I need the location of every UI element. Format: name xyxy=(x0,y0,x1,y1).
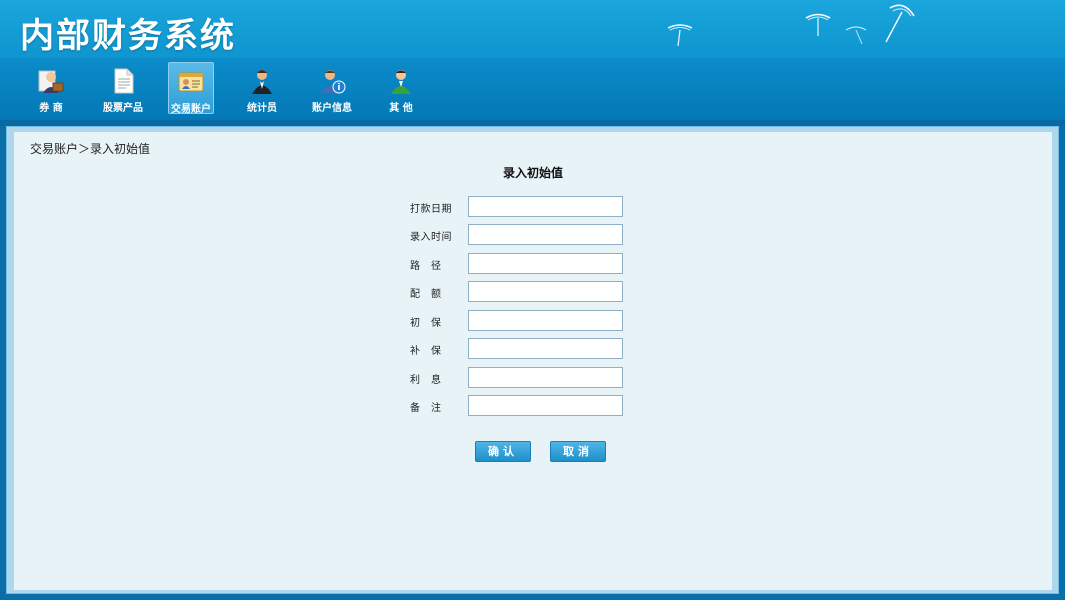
dandelion-decoration-icon xyxy=(667,24,693,47)
field-label: 配 额 xyxy=(410,289,442,300)
dandelion-decoration-icon xyxy=(845,26,867,45)
content-panel: 交易账户＞录入初始值 录入初始值 打款日期 录入时间 路 径 配 额 初 保 补… xyxy=(14,132,1052,590)
form-title: 录入初始值 xyxy=(502,166,563,180)
field-label: 路 径 xyxy=(410,261,442,272)
broker-person-icon xyxy=(38,70,64,93)
form-row-quota: 配 额 xyxy=(410,281,650,302)
field-label: 打款日期 xyxy=(410,204,452,215)
document-icon xyxy=(114,68,134,94)
nav-label: 账户信息 xyxy=(312,103,352,114)
field-label: 补 保 xyxy=(410,346,442,357)
supplementary-margin-input[interactable] xyxy=(468,338,623,359)
form-row-path: 路 径 xyxy=(410,253,650,274)
nav-item-broker[interactable]: 券 商 xyxy=(28,62,74,114)
form-row-interest: 利 息 xyxy=(410,367,650,388)
field-label: 备 注 xyxy=(410,403,442,414)
initial-margin-input[interactable] xyxy=(468,310,623,331)
breadcrumb: 交易账户＞录入初始值 xyxy=(30,142,151,156)
dandelion-decoration-icon xyxy=(885,4,915,43)
field-label: 初 保 xyxy=(410,318,442,329)
nav-item-account-info[interactable]: 账户信息 xyxy=(309,62,355,114)
waiter-person-icon xyxy=(252,70,272,94)
nav-item-stock-products[interactable]: 股票产品 xyxy=(100,62,146,114)
entry-time-input[interactable] xyxy=(468,224,623,245)
app-title: 内部财务系统 xyxy=(20,16,236,56)
field-label: 利 息 xyxy=(410,375,442,386)
nav-label: 券 商 xyxy=(39,103,63,114)
form-row-supplementary-margin: 补 保 xyxy=(410,338,650,359)
content-frame: 交易账户＞录入初始值 录入初始值 打款日期 录入时间 路 径 配 额 初 保 补… xyxy=(6,126,1059,594)
nav-label: 统计员 xyxy=(247,103,277,114)
dandelion-decoration-icon xyxy=(805,13,831,36)
app-header: 内部财务系统 xyxy=(0,0,1065,58)
confirm-button[interactable]: 确认 xyxy=(475,441,531,462)
remarks-input[interactable] xyxy=(468,395,623,416)
top-nav: 券 商 股票产品 交易账户 统计员 账户信息 其 他 xyxy=(0,58,1065,120)
field-label: 录入时间 xyxy=(410,232,452,243)
interest-input[interactable] xyxy=(468,367,623,388)
nav-item-statistician[interactable]: 统计员 xyxy=(239,62,285,114)
payment-date-input[interactable] xyxy=(468,196,623,217)
user-info-icon xyxy=(321,70,346,94)
form-row-initial-margin: 初 保 xyxy=(410,310,650,331)
form-row-entry-time: 录入时间 xyxy=(410,224,650,245)
nav-item-trading-account[interactable]: 交易账户 xyxy=(168,62,214,115)
nav-label: 股票产品 xyxy=(103,103,143,114)
path-input[interactable] xyxy=(468,253,623,274)
id-card-icon xyxy=(178,72,204,92)
nav-label: 交易账户 xyxy=(171,104,211,115)
person-icon xyxy=(391,70,411,94)
cancel-button[interactable]: 取消 xyxy=(550,441,606,462)
quota-input[interactable] xyxy=(468,281,623,302)
form-row-payment-date: 打款日期 xyxy=(410,196,650,217)
nav-item-other[interactable]: 其 他 xyxy=(378,62,424,114)
nav-label: 其 他 xyxy=(389,103,413,114)
form-row-remarks: 备 注 xyxy=(410,395,650,416)
